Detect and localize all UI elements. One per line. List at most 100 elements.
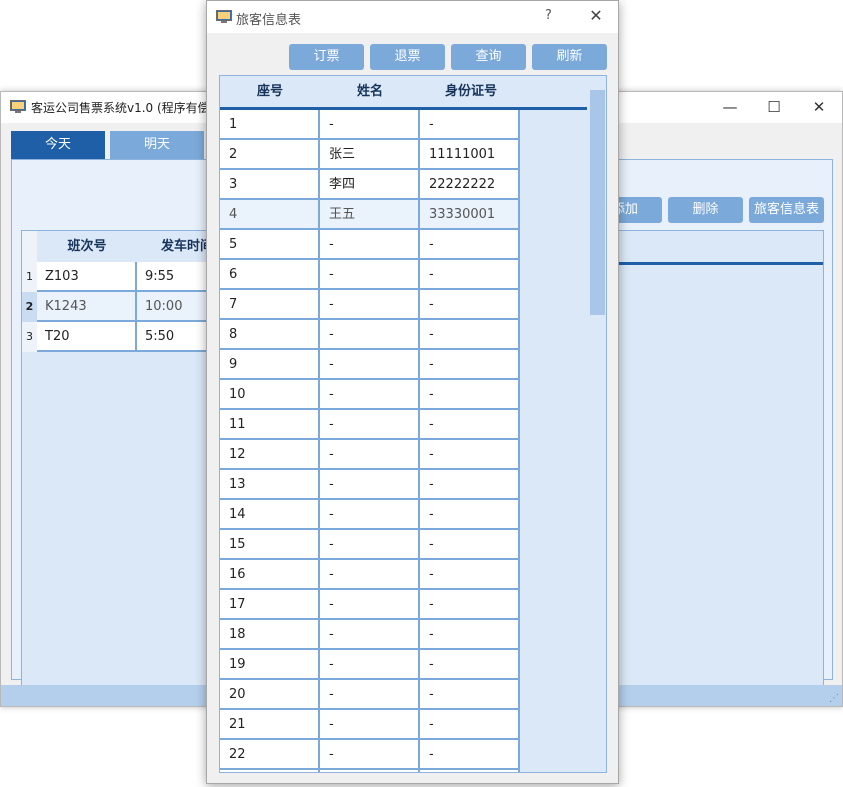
column-header-id-number[interactable]: 身份证号 bbox=[420, 76, 522, 107]
table-row[interactable]: 22- - bbox=[220, 740, 520, 770]
table-row[interactable]: 2 张三 11111001 bbox=[220, 140, 520, 170]
passenger-table[interactable]: 座号 姓名 身份证号 1- -2 张三 11111001 3 李四 22222222 4 王五 3… bbox=[219, 75, 607, 773]
table-row[interactable]: 5-- bbox=[220, 230, 520, 260]
seat-cell[interactable]: 18 bbox=[220, 620, 320, 650]
tab-today[interactable]: 今天 bbox=[11, 131, 105, 159]
table-row[interactable]: 3 李四 22222222 bbox=[220, 170, 520, 200]
seat-cell[interactable]: 17 bbox=[220, 590, 320, 620]
dialog-close-button[interactable]: ✕ bbox=[585, 5, 607, 27]
name-cell[interactable]: - bbox=[320, 710, 420, 740]
id-number-cell[interactable]: - bbox=[420, 350, 520, 380]
id-number-cell[interactable]: - bbox=[420, 230, 520, 260]
seat-cell[interactable]: 1 bbox=[220, 110, 320, 140]
table-row[interactable]: 21- - bbox=[220, 710, 520, 740]
train-no-cell[interactable]: K1243 bbox=[37, 292, 137, 322]
table-row[interactable] bbox=[220, 770, 520, 772]
name-cell[interactable]: - bbox=[320, 680, 420, 710]
seat-cell[interactable]: 7 bbox=[220, 290, 320, 320]
id-number-cell[interactable]: - bbox=[420, 500, 520, 530]
seat-cell[interactable]: 11 bbox=[220, 410, 320, 440]
seat-cell[interactable]: 9 bbox=[220, 350, 320, 380]
name-cell[interactable]: 张三 bbox=[320, 140, 420, 170]
close-button[interactable]: ✕ bbox=[808, 96, 830, 118]
scrollbar-thumb[interactable] bbox=[590, 90, 605, 315]
name-cell[interactable]: - bbox=[320, 380, 420, 410]
train-no-cell[interactable]: T20 bbox=[37, 322, 137, 352]
id-number-cell[interactable]: - bbox=[420, 710, 520, 740]
id-number-cell[interactable]: - bbox=[420, 410, 520, 440]
id-number-cell[interactable]: - bbox=[420, 530, 520, 560]
refund-ticket-button[interactable]: 退票 bbox=[370, 44, 445, 70]
name-cell[interactable] bbox=[320, 770, 420, 772]
seat-cell[interactable]: 15 bbox=[220, 530, 320, 560]
seat-cell[interactable]: 4 bbox=[220, 200, 320, 230]
table-row[interactable]: 10- - bbox=[220, 380, 520, 410]
row-number[interactable]: 2 bbox=[22, 292, 37, 322]
help-button[interactable]: ? bbox=[545, 8, 552, 23]
id-number-cell[interactable]: - bbox=[420, 650, 520, 680]
row-number[interactable]: 3 bbox=[22, 322, 37, 352]
id-number-cell[interactable]: - bbox=[420, 320, 520, 350]
name-cell[interactable]: - bbox=[320, 290, 420, 320]
id-number-cell[interactable] bbox=[420, 770, 520, 772]
name-cell[interactable]: - bbox=[320, 500, 420, 530]
seat-cell[interactable]: 5 bbox=[220, 230, 320, 260]
table-row[interactable]: 11- - bbox=[220, 410, 520, 440]
seat-cell[interactable] bbox=[220, 770, 320, 772]
name-cell[interactable]: - bbox=[320, 650, 420, 680]
row-number[interactable]: 1 bbox=[22, 262, 37, 292]
table-row[interactable]: 19- - bbox=[220, 650, 520, 680]
column-header-train-no[interactable]: 班次号 bbox=[37, 231, 137, 262]
table-row[interactable]: 15- - bbox=[220, 530, 520, 560]
table-row[interactable]: 16- - bbox=[220, 560, 520, 590]
id-number-cell[interactable]: - bbox=[420, 620, 520, 650]
id-number-cell[interactable]: 33330001 bbox=[420, 200, 520, 230]
table-corner[interactable] bbox=[22, 231, 37, 262]
seat-cell[interactable]: 12 bbox=[220, 440, 320, 470]
id-number-cell[interactable]: - bbox=[420, 290, 520, 320]
refresh-button[interactable]: 刷新 bbox=[532, 44, 607, 70]
id-number-cell[interactable]: 22222222 bbox=[420, 170, 520, 200]
id-number-cell[interactable]: 11111001 bbox=[420, 140, 520, 170]
passenger-table-button[interactable]: 旅客信息表 bbox=[749, 197, 824, 223]
id-number-cell[interactable]: - bbox=[420, 440, 520, 470]
id-number-cell[interactable]: - bbox=[420, 590, 520, 620]
table-row[interactable]: 1-- bbox=[220, 110, 520, 140]
name-cell[interactable]: - bbox=[320, 440, 420, 470]
name-cell[interactable]: 李四 bbox=[320, 170, 420, 200]
book-ticket-button[interactable]: 订票 bbox=[289, 44, 364, 70]
table-row[interactable]: 8-- bbox=[220, 320, 520, 350]
seat-cell[interactable]: 2 bbox=[220, 140, 320, 170]
tab-tomorrow[interactable]: 明天 bbox=[110, 131, 204, 159]
seat-cell[interactable]: 8 bbox=[220, 320, 320, 350]
name-cell[interactable]: - bbox=[320, 320, 420, 350]
delete-button[interactable]: 删除 bbox=[668, 197, 743, 223]
name-cell[interactable]: - bbox=[320, 260, 420, 290]
column-header-name[interactable]: 姓名 bbox=[320, 76, 420, 107]
name-cell[interactable]: - bbox=[320, 470, 420, 500]
table-row[interactable]: 17- - bbox=[220, 590, 520, 620]
seat-cell[interactable]: 22 bbox=[220, 740, 320, 770]
name-cell[interactable]: 王五 bbox=[320, 200, 420, 230]
seat-cell[interactable]: 16 bbox=[220, 560, 320, 590]
id-number-cell[interactable]: - bbox=[420, 260, 520, 290]
name-cell[interactable]: - bbox=[320, 230, 420, 260]
table-row[interactable]: 9-- bbox=[220, 350, 520, 380]
id-number-cell[interactable]: - bbox=[420, 110, 520, 140]
seat-cell[interactable]: 20 bbox=[220, 680, 320, 710]
seat-cell[interactable]: 21 bbox=[220, 710, 320, 740]
seat-cell[interactable]: 6 bbox=[220, 260, 320, 290]
name-cell[interactable]: - bbox=[320, 410, 420, 440]
id-number-cell[interactable]: - bbox=[420, 740, 520, 770]
minimize-button[interactable]: — bbox=[719, 96, 741, 118]
query-button[interactable]: 查询 bbox=[451, 44, 526, 70]
id-number-cell[interactable]: - bbox=[420, 560, 520, 590]
name-cell[interactable]: - bbox=[320, 530, 420, 560]
seat-cell[interactable]: 14 bbox=[220, 500, 320, 530]
name-cell[interactable]: - bbox=[320, 620, 420, 650]
name-cell[interactable]: - bbox=[320, 740, 420, 770]
table-row[interactable]: 7-- bbox=[220, 290, 520, 320]
table-row[interactable]: 14- - bbox=[220, 500, 520, 530]
seat-cell[interactable]: 3 bbox=[220, 170, 320, 200]
name-cell[interactable]: - bbox=[320, 560, 420, 590]
